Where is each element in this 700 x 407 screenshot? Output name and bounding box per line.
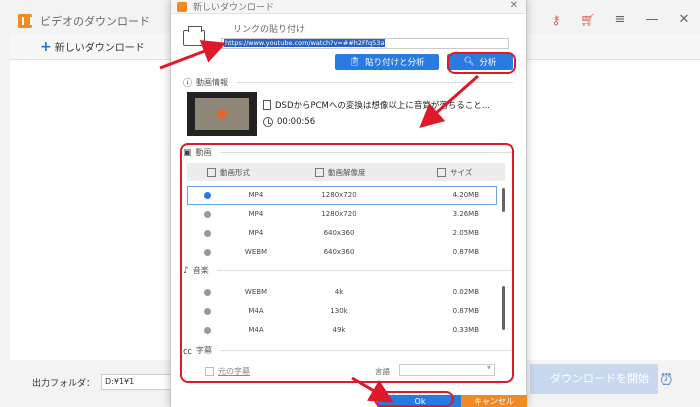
dialog-titlebar: 新しいダウンロード ✕ [171,0,526,14]
window-controls: ⚷ 🛒︎ ≡ — ✕ [548,12,692,27]
minimize-icon[interactable]: — [644,12,660,27]
close-icon[interactable]: ✕ [676,12,692,27]
cancel-button[interactable]: キャンセル [461,395,527,407]
url-input-value: https://www.youtube.com/watch?v=##h2Ffq5… [224,39,386,47]
clock-icon [263,117,273,127]
dialog-title: 新しいダウンロード [193,3,275,13]
menu-icon[interactable]: ≡ [612,12,628,27]
clipboard-icon [183,26,205,46]
video-info-heading: 動画情報 [196,78,229,87]
paste-link-label: リンクの貼り付け [233,25,306,35]
video-info-header: ⓘ 動画情報 [183,76,513,89]
annotation-box-ok [374,391,454,407]
annotation-box-options [180,143,514,383]
video-duration: 00:00:56 [277,117,316,127]
main-window-title: ビデオのダウンロード [40,15,150,28]
annotation-box-analyze [447,52,516,74]
cart-icon[interactable]: 🛒︎ [580,13,596,27]
new-download-label: 新しいダウンロード [54,43,145,54]
url-input[interactable]: https://www.youtube.com/watch?v=##h2Ffq5… [221,38,509,49]
dialog-close-icon[interactable]: ✕ [510,0,518,11]
info-icon: ⓘ [183,79,193,89]
paste-and-analyze-button[interactable]: 📋︎ 貼り付けと分析 [335,54,439,70]
document-icon [263,100,271,110]
video-thumbnail [187,92,257,136]
video-title: DSDからPCMへの変換は想像以上に音質が落ちること... [275,101,490,111]
alarm-icon[interactable]: ⏰︎ [660,370,672,390]
plus-icon: + [40,38,52,55]
dialog-app-icon [177,1,187,12]
new-download-button[interactable]: + 新しいダウンロード [40,39,145,55]
video-duration-row: 00:00:56 [263,117,315,127]
key-icon[interactable]: ⚷ [548,13,564,27]
paste-and-analyze-label: 貼り付けと分析 [365,58,425,68]
output-folder-label: 出力フォルダ： [32,378,96,389]
paste-icon: 📋︎ [349,57,361,67]
video-title-row: DSDからPCMへの変換は想像以上に音質が落ちること... [263,99,490,111]
start-download-button[interactable]: ダウンロードを開始 [530,364,658,394]
app-icon [18,14,32,28]
